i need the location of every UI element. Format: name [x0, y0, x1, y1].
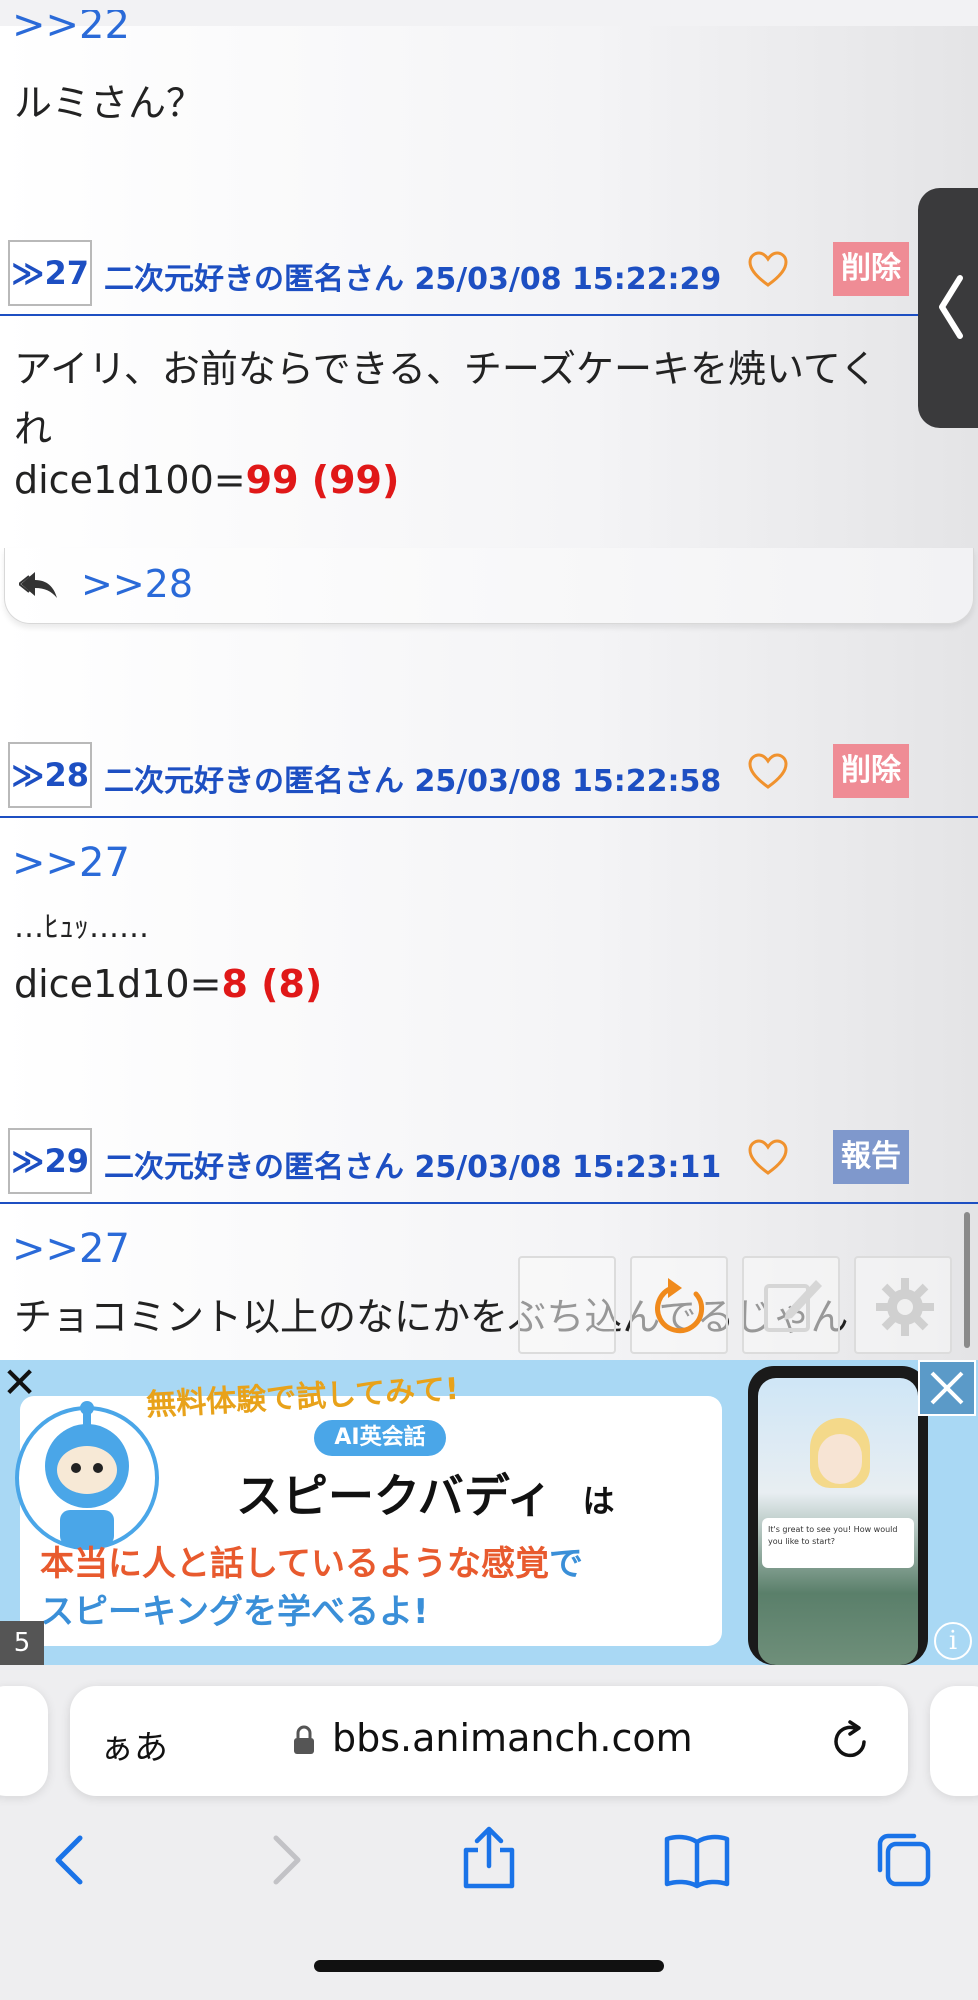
post-body-cont: れ [14, 407, 53, 451]
prev-tab-pill[interactable] [0, 1686, 48, 1796]
scrollbar-thumb[interactable] [964, 1212, 970, 1348]
reload-button[interactable] [630, 1256, 728, 1354]
dice-label: dice1d100= [14, 458, 246, 502]
ad-counter: 5 [0, 1621, 44, 1665]
heart-icon[interactable] [748, 752, 788, 792]
post-datetime: 25/03/08 15:23:11 [414, 1150, 722, 1185]
header-rule [0, 1202, 978, 1204]
home-indicator [314, 1960, 664, 1972]
thread-content: >>22 ルミさん？ ≫27 二次元好きの匿名さん 25/03/08 15:22… [0, 0, 978, 1360]
url-text[interactable]: bbs.animanch.com [332, 1716, 693, 1760]
post-header-29: ≫29 二次元好きの匿名さん 25/03/08 15:23:11 報告 [0, 1128, 978, 1214]
reload-icon [655, 1278, 705, 1334]
chevron-left-icon [939, 275, 963, 339]
post-header-27: ≫27 二次元好きの匿名さん 25/03/08 15:22:29 削除 [0, 240, 978, 326]
post-number[interactable]: ≫28 [8, 742, 92, 808]
header-rule [0, 816, 978, 818]
dice-result: 99 (99) [245, 458, 400, 502]
side-drawer-tab[interactable] [918, 188, 978, 428]
next-tab-pill[interactable] [930, 1686, 978, 1796]
header-rule [0, 314, 978, 316]
address-bar[interactable]: ぁあ bbs.animanch.com [70, 1686, 908, 1796]
top-edge [0, 0, 978, 26]
ad-phone-caption: It's great to see you! How would you lik… [762, 1518, 914, 1568]
post-header-28: ≫28 二次元好きの匿名さん 25/03/08 15:22:58 削除 [0, 742, 978, 828]
delete-button[interactable]: 削除 [833, 242, 909, 296]
post-meta: 二次元好きの匿名さん 25/03/08 15:22:29 [104, 254, 721, 298]
tabs-icon[interactable] [870, 1830, 934, 1890]
ad-banner[interactable]: ✕ 無料体験で試してみて! AI英会話 スピークバディ は 本当に人と話している… [0, 1360, 978, 1665]
reply-arrow-icon [19, 572, 57, 598]
dice-label: dice1d10= [14, 962, 222, 1006]
reply-anchor-link[interactable]: >>22 [12, 10, 130, 40]
close-icon [930, 1371, 964, 1405]
reply-link[interactable]: >>28 [81, 562, 193, 606]
heart-icon[interactable] [748, 250, 788, 290]
delete-button[interactable]: 削除 [833, 744, 909, 798]
ad-line-1: 本当に人と話しているような感覚で [40, 1536, 583, 1585]
author-name: 二次元好きの匿名さん [104, 764, 404, 799]
ad-info-icon[interactable]: i [934, 1622, 972, 1660]
edit-icon [764, 1280, 822, 1332]
settings-button[interactable] [854, 1256, 952, 1354]
post-datetime: 25/03/08 15:22:29 [414, 262, 722, 297]
dice-result: 8 (8) [221, 962, 323, 1006]
post-body: …ﾋｭｯ…… [14, 910, 149, 945]
ad-brand-suffix: は [582, 1482, 615, 1520]
author-name: 二次元好きの匿名さん [104, 1150, 404, 1185]
reply-anchor-link[interactable]: >>27 [12, 1226, 130, 1272]
post-body: ルミさん？ [14, 81, 205, 125]
forward-icon[interactable] [254, 1830, 314, 1890]
back-icon[interactable] [42, 1830, 102, 1890]
replies-box: >>28 [4, 548, 974, 624]
text-size-button[interactable]: ぁあ [100, 1720, 168, 1769]
reload-page-icon[interactable] [830, 1720, 872, 1762]
settings-icon [876, 1278, 934, 1336]
post-meta: 二次元好きの匿名さん 25/03/08 15:23:11 [104, 1142, 721, 1186]
bookmarks-icon[interactable] [664, 1830, 730, 1890]
ad-line-2: スピーキングを学べるよ! [40, 1592, 429, 1632]
report-button[interactable]: 報告 [833, 1130, 909, 1184]
post-meta: 二次元好きの匿名さん 25/03/08 15:22:58 [104, 756, 721, 800]
lock-icon [294, 1725, 314, 1754]
ad-close-button[interactable] [918, 1360, 976, 1416]
ad-phone-image: It's great to see you! How would you lik… [748, 1366, 928, 1665]
ad-tag: AI英会話 [314, 1420, 446, 1456]
ad-line-1-main: 本当に人と話しているような感覚 [40, 1544, 549, 1584]
write-button[interactable] [742, 1256, 840, 1354]
ad-line-1-suffix: で [548, 1544, 583, 1584]
ad-brand: スピークバディ は [236, 1460, 615, 1526]
author-name: 二次元好きの匿名さん [104, 262, 404, 297]
reply-anchor-link[interactable]: >>27 [12, 840, 130, 886]
ad-brand-name: スピークバディ [236, 1469, 553, 1523]
post-number[interactable]: ≫29 [8, 1128, 92, 1194]
blank-tool-button[interactable] [518, 1256, 616, 1354]
post-body: アイリ、お前ならできる、チーズケーキを焼いてく [14, 347, 878, 391]
heart-icon[interactable] [748, 1138, 788, 1178]
post-datetime: 25/03/08 15:22:58 [414, 764, 722, 799]
share-icon[interactable] [458, 1826, 520, 1890]
robot-mascot-icon [15, 1401, 159, 1550]
post-number[interactable]: ≫27 [8, 240, 92, 306]
dice-line: dice1d10=8 (8) [14, 962, 322, 1006]
dice-line: dice1d100=99 (99) [14, 458, 399, 502]
